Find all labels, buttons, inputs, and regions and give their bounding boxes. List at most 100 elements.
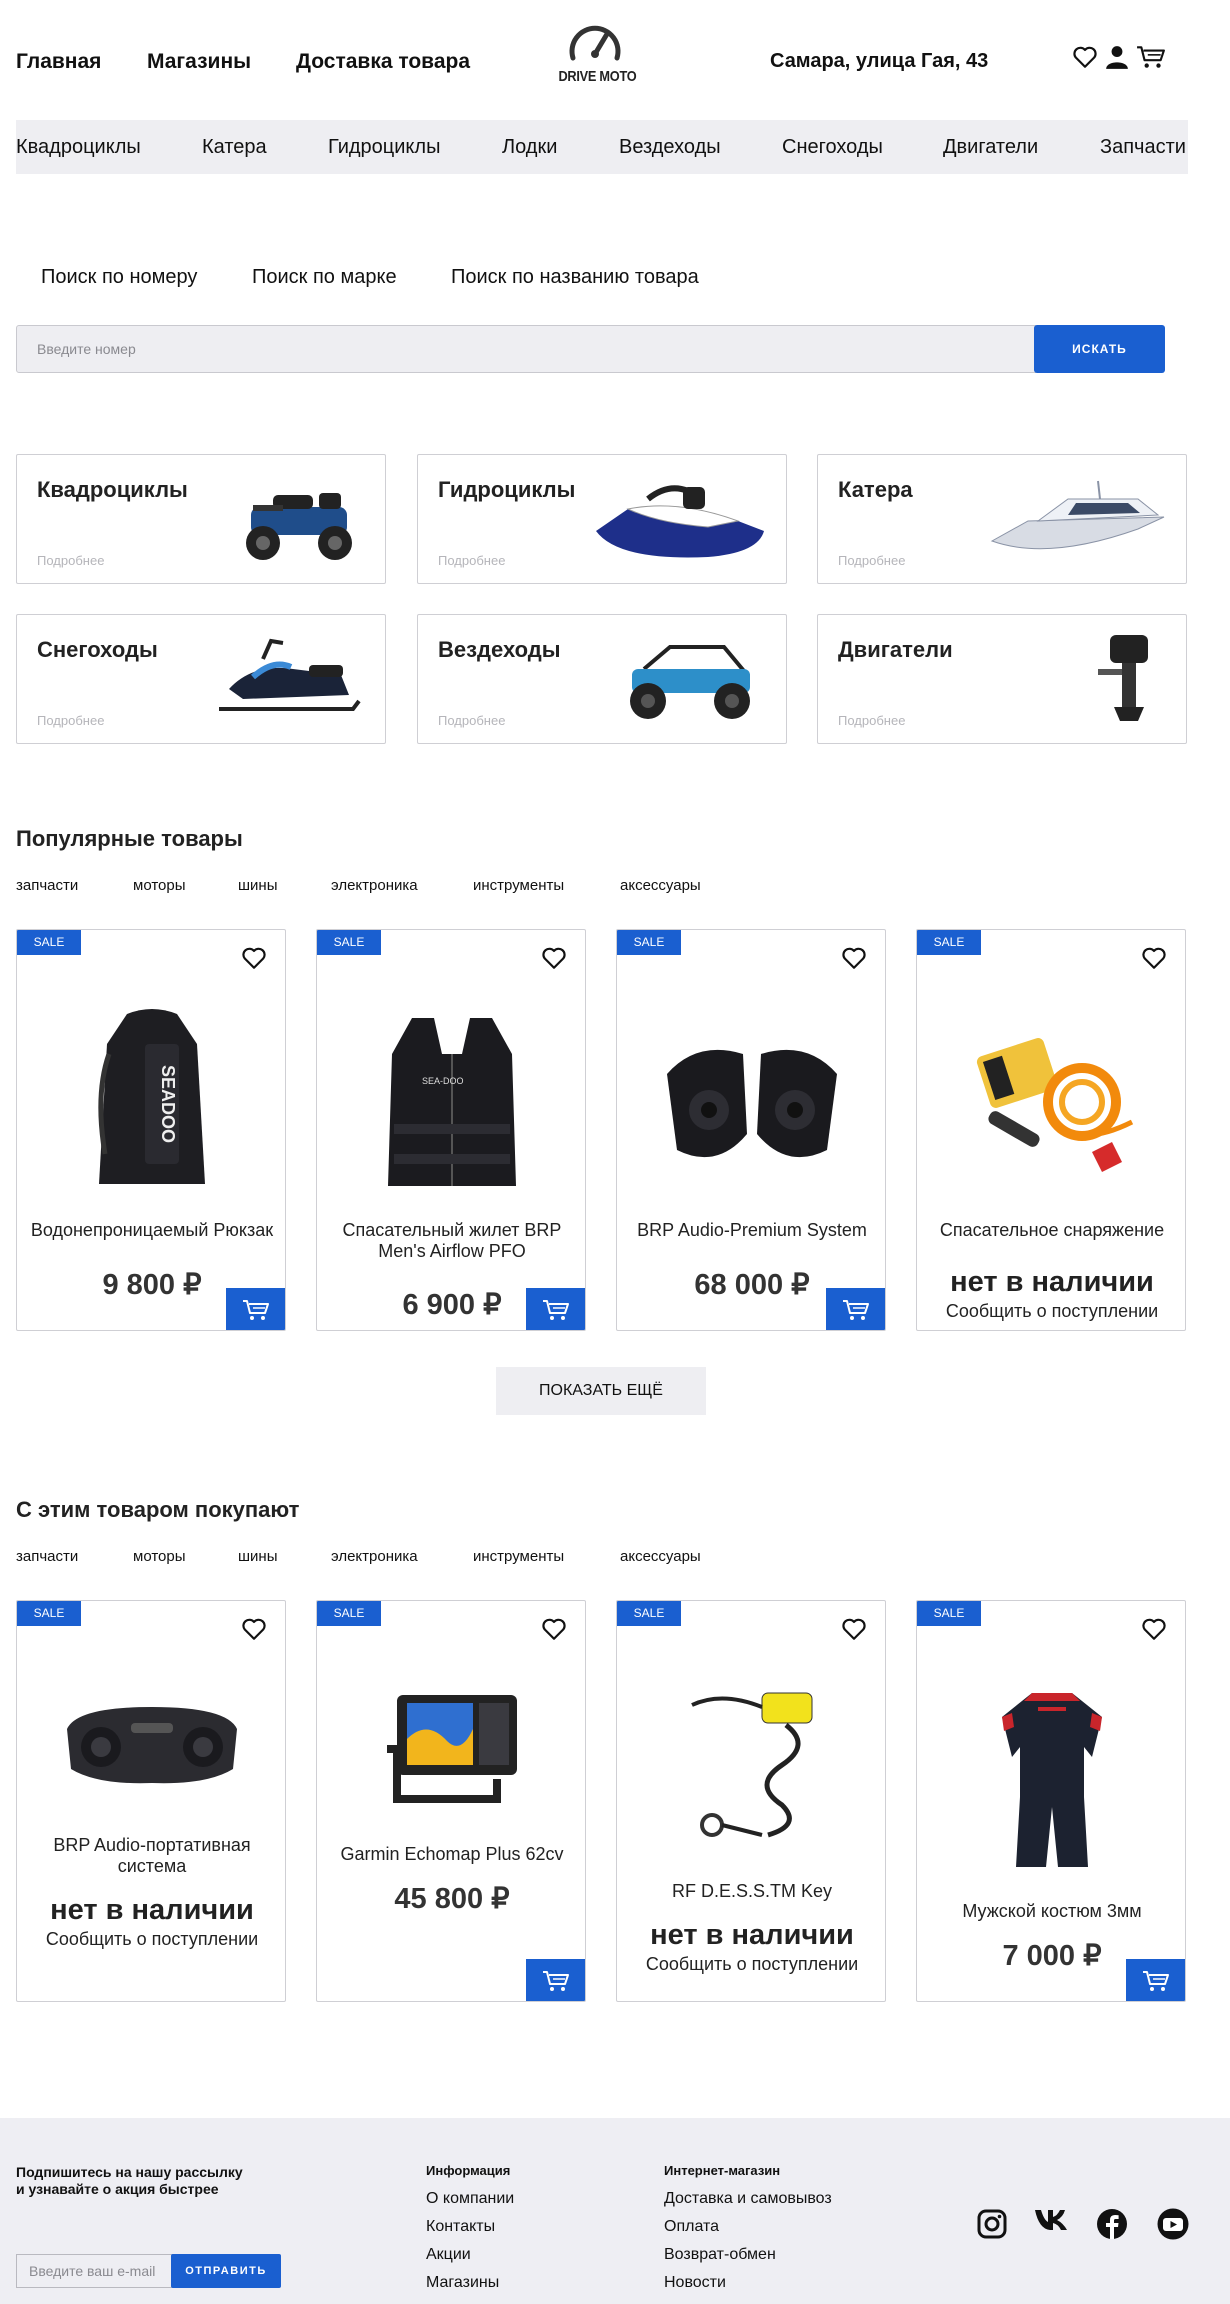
footer-link-returns[interactable]: Возврат-обмен [664,2246,776,2264]
nav-stores-link[interactable]: Магазины [147,50,251,74]
category-card-snowmobiles[interactable]: Снегоходы Подробнее [16,614,386,744]
product-name: RF D.E.S.S.TM Key [671,1881,833,1901]
vk-icon[interactable] [1034,2206,1070,2234]
product-card[interactable]: SALE BRP Audio-Premium System 68 000 ₽ [616,929,886,1331]
section-title-also-bought: С этим товаром покупают [16,1497,300,1522]
catbar-item-parts[interactable]: Запчасти [1100,136,1186,159]
filter-tires[interactable]: шины [238,1548,277,1565]
show-more-button[interactable]: ПОКАЗАТЬ ЕЩЁ [496,1367,706,1415]
heart-icon[interactable] [541,945,567,971]
filter-parts[interactable]: запчасти [16,877,78,894]
search-input[interactable] [16,325,1036,373]
nav-home-link[interactable]: Главная [16,50,101,74]
add-to-cart-button[interactable] [226,1288,285,1330]
sale-badge: SALE [617,930,681,955]
catbar-item-offroad[interactable]: Вездеходы [619,136,721,159]
product-card[interactable]: SALE Garmin Echomap Plus 62cv 45 800 ₽ [316,1600,586,2002]
heart-icon[interactable] [1141,945,1167,971]
catbar-item-boats[interactable]: Лодки [502,136,557,159]
filter-tools[interactable]: инструменты [473,877,564,894]
product-card[interactable]: SALE Мужской костюм 3мм 7 000 ₽ [916,1600,1186,2002]
footer-link-promotions[interactable]: Акции [426,2246,471,2264]
category-card-more-link[interactable]: Подробнее [37,553,104,568]
notify-when-available-link[interactable]: Сообщить о поступлении [17,1929,285,1950]
product-price: 45 800 ₽ [394,1883,510,1915]
facebook-icon[interactable] [1096,2208,1128,2240]
catbar-item-engines[interactable]: Двигатели [943,136,1038,159]
filter-electronics[interactable]: электроника [331,877,418,894]
filter-accessories[interactable]: аксессуары [620,877,701,894]
utv-image [630,645,750,719]
search-button[interactable]: ИСКАТЬ [1034,325,1165,373]
snowmobile-image [219,638,361,711]
youtube-icon[interactable] [1156,2208,1190,2240]
filter-electronics[interactable]: электроника [331,1548,418,1565]
catbar-item-snowmobiles[interactable]: Снегоходы [782,136,883,159]
add-to-cart-button[interactable] [526,1959,585,2001]
nav-delivery-link[interactable]: Доставка товара [296,50,470,74]
category-card-jetski[interactable]: Гидроциклы Подробнее [417,454,787,584]
filter-parts[interactable]: запчасти [16,1548,78,1565]
footer-link-about[interactable]: О компании [426,2190,514,2208]
subscribe-button[interactable]: ОТПРАВИТЬ [171,2254,281,2288]
add-to-cart-button[interactable] [826,1288,885,1330]
user-icon[interactable] [1104,44,1130,70]
notify-when-available-link[interactable]: Сообщить о поступлении [917,1301,1185,1322]
filter-motors[interactable]: моторы [133,1548,186,1565]
product-card[interactable]: SALE BRP Audio-портативная система нет в… [16,1600,286,2002]
footer-link-delivery[interactable]: Доставка и самовывоз [664,2190,832,2208]
cart-icon [1143,1970,1169,1991]
tab-search-by-brand[interactable]: Поиск по марке [252,266,397,289]
email-field[interactable] [16,2254,173,2288]
category-card-offroad[interactable]: Вездеходы Подробнее [417,614,787,744]
footer-link-stores[interactable]: Магазины [426,2274,499,2292]
catbar-item-jetski[interactable]: Гидроциклы [328,136,440,159]
add-to-cart-button[interactable] [526,1288,585,1330]
catbar-item-atv[interactable]: Квадроциклы [16,136,141,159]
heart-icon[interactable] [841,945,867,971]
product-image [317,1689,585,1809]
heart-icon[interactable] [1141,1616,1167,1642]
sale-badge: SALE [617,1601,681,1626]
heart-icon[interactable] [241,1616,267,1642]
cart-icon[interactable] [1136,44,1166,70]
speedometer-icon [569,25,621,61]
category-card-more-link[interactable]: Подробнее [438,553,505,568]
tab-search-by-name[interactable]: Поиск по названию товара [451,266,699,289]
tab-search-by-number[interactable]: Поиск по номеру [41,266,197,289]
category-card-more-link[interactable]: Подробнее [838,713,905,728]
heart-icon[interactable] [841,1616,867,1642]
filter-tires[interactable]: шины [238,877,277,894]
product-card[interactable]: SALE RF D.E.S.S.TM Key нет в наличии Соо… [616,1600,886,2002]
sale-badge: SALE [917,1601,981,1626]
product-card[interactable]: SALE SEADOO Водонепроницаемый Рюкзак 9 8… [16,929,286,1331]
footer-link-news[interactable]: Новости [664,2274,726,2292]
product-card[interactable]: SALE Спасательное снаряжение нет в налич… [916,929,1186,1331]
footer-link-contacts[interactable]: Контакты [426,2218,495,2236]
product-name: BRP Audio-Premium System [637,1220,867,1240]
add-to-cart-button[interactable] [1126,1959,1185,2001]
category-card-engines[interactable]: Двигатели Подробнее [817,614,1187,744]
category-card-atv[interactable]: Квадроциклы Подробнее [16,454,386,584]
heart-icon[interactable] [1072,44,1098,70]
catbar-item-boats-motor[interactable]: Катера [202,136,267,159]
filter-tools[interactable]: инструменты [473,1548,564,1565]
filter-accessories[interactable]: аксессуары [620,1548,701,1565]
notify-when-available-link[interactable]: Сообщить о поступлении [617,1954,885,1975]
site-logo[interactable]: DRIVE MOTO [552,20,638,98]
product-card[interactable]: SALE SEA-DOO Спасательный жилет BRP Men'… [316,929,586,1331]
category-card-more-link[interactable]: Подробнее [838,553,905,568]
sale-badge: SALE [317,930,381,955]
category-card-title: Вездеходы [438,637,561,662]
category-card-more-link[interactable]: Подробнее [438,713,505,728]
product-image: SEADOO [17,1004,285,1194]
heart-icon[interactable] [541,1616,567,1642]
product-image [617,1685,885,1855]
footer-link-payment[interactable]: Оплата [664,2218,719,2236]
instagram-icon[interactable] [976,2208,1008,2240]
heart-icon[interactable] [241,945,267,971]
filter-motors[interactable]: моторы [133,877,186,894]
store-address: Самара, улица Гая, 43 [770,50,989,72]
category-card-boats[interactable]: Катера Подробнее [817,454,1187,584]
category-card-more-link[interactable]: Подробнее [37,713,104,728]
